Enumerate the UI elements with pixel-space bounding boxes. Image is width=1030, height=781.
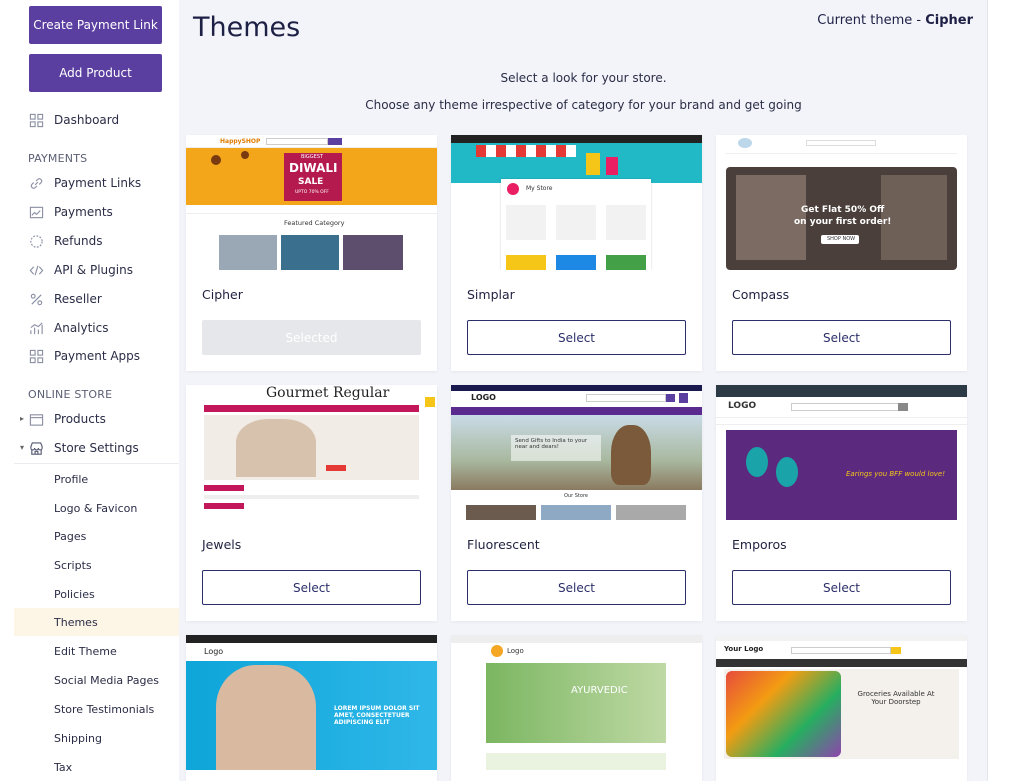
submenu-item-themes[interactable]: Themes [14,608,179,636]
sidebar-item-payment-apps[interactable]: Payment Apps [28,345,140,367]
theme-preview-image[interactable]: LOGO Earings you BFF would love! [716,385,967,520]
submenu-item-profile[interactable]: Profile [14,465,179,493]
theme-name: Emporos [732,537,787,552]
theme-card-cipher[interactable]: HappySHOP BIGGEST DIWALI SALE UPTO 70% O… [186,135,437,371]
code-icon [28,262,44,278]
sidebar-item-refunds[interactable]: Refunds [28,230,103,252]
page-title: Themes [193,12,301,43]
add-product-button[interactable]: Add Product [29,54,162,92]
sidebar-item-payment-links[interactable]: Payment Links [28,172,141,194]
theme-preview-image[interactable]: Logo AYURVEDIC [451,635,702,770]
submenu-item-policies[interactable]: Policies [14,580,179,608]
theme-preview-image[interactable]: My Store [451,135,702,270]
submenu-item-shipping[interactable]: Shipping [14,724,179,752]
link-icon [28,175,44,191]
submenu-item-pages[interactable]: Pages [14,522,179,550]
theme-preview-image[interactable]: Your Logo Groceries Available At Your Do… [716,635,967,770]
sidebar-item-label: Reseller [54,292,102,306]
theme-card-fluorescent[interactable]: LOGO Send Gifts to India to your near an… [451,385,702,621]
theme-selected-button[interactable]: Selected [202,320,421,355]
theme-card-row3-3[interactable]: Your Logo Groceries Available At Your Do… [716,635,967,781]
sidebar-item-label: Refunds [54,234,103,248]
theme-select-button[interactable]: Select [467,570,686,605]
theme-select-button[interactable]: Select [467,320,686,355]
theme-card-emporos[interactable]: LOGO Earings you BFF would love! Emporos… [716,385,967,621]
theme-name: Fluorescent [467,537,540,552]
sidebar-item-dashboard[interactable]: Dashboard [28,109,119,131]
submenu-item-tax[interactable]: Tax [14,753,179,781]
payments-chart-icon [28,204,44,220]
sidebar-item-store-settings[interactable]: Store Settings [28,437,139,459]
sidebar-item-label: API & Plugins [54,263,133,277]
theme-name: Simplar [467,287,515,302]
sidebar-item-label: Store Settings [54,441,139,455]
theme-card-jewels[interactable]: Gourmet Regular Jewels Select [186,385,437,621]
theme-card-row3-1[interactable]: Logo LOREM IPSUM DOLOR SIT AMET, CONSECT… [186,635,437,781]
submenu-item-scripts[interactable]: Scripts [14,551,179,579]
theme-preview-image[interactable]: LOGO Send Gifts to India to your near an… [451,385,702,520]
theme-name: Compass [732,287,790,302]
sidebar: Create Payment Link Add Product Dashboar… [14,0,179,781]
sidebar-item-label: Payments [54,205,113,219]
sidebar-item-analytics[interactable]: Analytics [28,317,109,339]
sidebar-item-reseller[interactable]: Reseller [28,288,102,310]
analytics-icon [28,320,44,336]
theme-select-button[interactable]: Select [202,570,421,605]
submenu-item-social-media-pages[interactable]: Social Media Pages [14,666,179,694]
main-content: Themes Current theme - Cipher Select a l… [179,0,988,781]
percent-icon [28,291,44,307]
theme-card-simplar[interactable]: My Store Simplar Select [451,135,702,371]
store-icon [28,440,44,456]
theme-select-button[interactable]: Select [732,320,951,355]
theme-card-row3-2[interactable]: Logo AYURVEDIC [451,635,702,781]
refund-icon [28,233,44,249]
create-payment-link-button[interactable]: Create Payment Link [29,6,162,44]
caret-down-icon[interactable]: ▾ [20,443,24,452]
theme-preview-image[interactable]: Gourmet Regular [186,385,437,520]
payments-section-label: PAYMENTS [28,152,88,165]
theme-preview-image[interactable]: Logo LOREM IPSUM DOLOR SIT AMET, CONSECT… [186,635,437,770]
sidebar-item-payments[interactable]: Payments [28,201,113,223]
sidebar-item-label: Payment Links [54,176,142,190]
current-theme-name: Cipher [925,13,973,28]
theme-preview-image[interactable]: HappySHOP BIGGEST DIWALI SALE UPTO 70% O… [186,135,437,270]
products-icon [28,411,44,427]
caret-right-icon[interactable]: ▸ [20,414,24,423]
apps-icon [28,348,44,364]
dashboard-icon [28,112,44,128]
sidebar-item-api-plugins[interactable]: API & Plugins [28,259,133,281]
sidebar-item-label: Payment Apps [54,349,141,363]
theme-name: Jewels [202,537,242,552]
sidebar-item-label: Dashboard [54,113,120,127]
theme-name: Cipher [202,287,243,302]
theme-select-button[interactable]: Select [732,570,951,605]
sidebar-item-label: Products [54,412,106,426]
online-store-section-label: ONLINE STORE [28,388,113,401]
sidebar-item-products[interactable]: Products [28,408,106,430]
theme-card-compass[interactable]: Get Flat 50% Off on your first order! SH… [716,135,967,371]
submenu-item-store-testimonials[interactable]: Store Testimonials [14,695,179,723]
submenu-item-logo-favicon[interactable]: Logo & Favicon [14,494,179,522]
sidebar-item-label: Analytics [54,321,109,335]
submenu-item-edit-theme[interactable]: Edit Theme [14,637,179,665]
subtitle-choose-theme: Choose any theme irrespective of categor… [365,98,802,112]
subtitle-select-look: Select a look for your store. [500,71,667,85]
current-theme-label: Current theme - Cipher [817,13,973,28]
theme-preview-image[interactable]: Get Flat 50% Off on your first order! SH… [716,135,967,270]
